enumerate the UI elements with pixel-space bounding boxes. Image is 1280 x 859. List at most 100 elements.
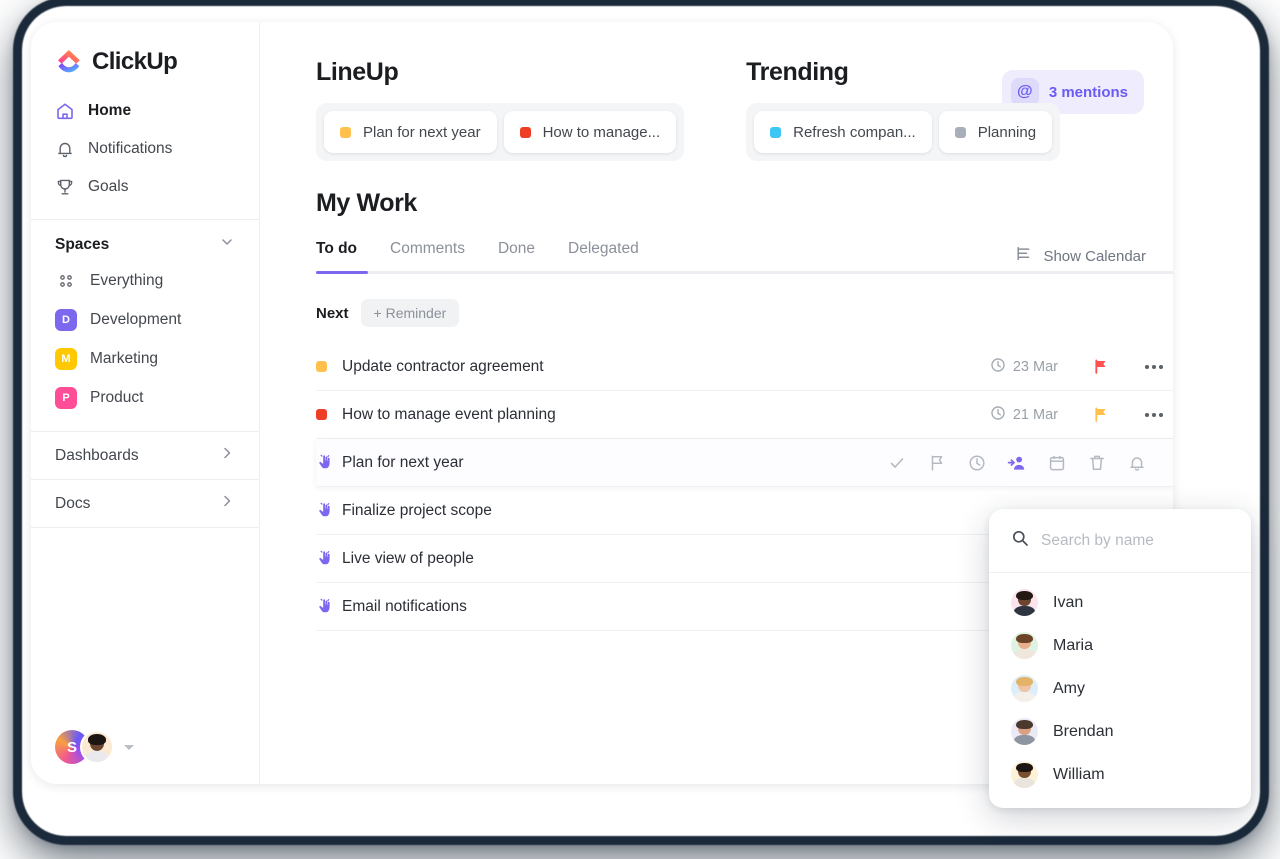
grid-dots-icon (55, 270, 77, 292)
sidebar-item-development[interactable]: D Development (31, 300, 259, 339)
person-name: Amy (1053, 679, 1085, 697)
search-row[interactable] (989, 509, 1251, 573)
list-item[interactable]: Maria (989, 624, 1251, 667)
tab-comments[interactable]: Comments (390, 240, 465, 274)
clock-icon (990, 357, 1006, 377)
sidebar-item-label: Goals (88, 178, 129, 195)
chevron-down-icon[interactable] (219, 234, 235, 255)
due-date[interactable]: 23 Mar (990, 357, 1058, 377)
priority-flag-icon[interactable] (1092, 406, 1109, 423)
chevron-right-icon[interactable] (219, 493, 235, 514)
list-item[interactable]: Brendan (989, 710, 1251, 753)
click-hand-icon (316, 549, 342, 568)
reminder-bell-icon[interactable] (1127, 453, 1147, 473)
list-item[interactable]: William (989, 753, 1251, 796)
row-meta: 23 Mar (990, 357, 1173, 377)
trash-icon[interactable] (1087, 453, 1107, 473)
avatar[interactable] (80, 730, 114, 764)
chevron-right-icon[interactable] (219, 445, 235, 466)
table-row[interactable]: Update contractor agreement 23 Mar (316, 343, 1173, 391)
chip-label: Planning (977, 123, 1037, 141)
avatar (1011, 761, 1038, 788)
status-dot[interactable] (316, 409, 342, 420)
space-badge: P (55, 386, 77, 409)
row-meta: 21 Mar (990, 405, 1173, 425)
avatar (1011, 589, 1038, 616)
lineup-chip[interactable]: Plan for next year (324, 111, 497, 153)
chip-label: How to manage... (542, 123, 661, 141)
tab-delegated[interactable]: Delegated (568, 240, 639, 274)
space-label: Marketing (90, 349, 159, 367)
brand-name: ClickUp (92, 48, 178, 75)
sidebar-item-marketing[interactable]: M Marketing (31, 339, 259, 378)
space-label: Development (90, 310, 182, 328)
person-name: William (1053, 765, 1105, 783)
list-item[interactable]: Amy (989, 667, 1251, 710)
click-hand-icon (316, 453, 342, 472)
sidebar-item-dashboards[interactable]: Dashboards (31, 431, 259, 479)
task-title: How to manage event planning (342, 405, 556, 423)
avatar (1011, 718, 1038, 745)
sidebar-item-home[interactable]: Home (31, 92, 259, 130)
trending-panel: Trending Refresh compan... Planning (684, 58, 1061, 161)
resolve-check-icon[interactable] (887, 453, 907, 473)
trending-chip[interactable]: Planning (938, 111, 1053, 153)
avatar (1011, 632, 1038, 659)
top-panels: LineUp Plan for next year How to manage.… (260, 22, 1173, 161)
bell-icon (55, 139, 75, 159)
trending-chip-tray: Refresh compan... Planning (746, 103, 1061, 161)
sidebar-item-product[interactable]: P Product (31, 378, 259, 417)
person-name: Maria (1053, 636, 1094, 654)
status-dot (770, 126, 782, 138)
brand-logo[interactable]: ClickUp (31, 22, 259, 76)
task-title: Live view of people (342, 549, 474, 567)
calendar-toggle-icon (1014, 244, 1033, 268)
more-icon[interactable] (1145, 412, 1163, 417)
caret-down-icon[interactable] (124, 744, 134, 750)
due-date-label: 23 Mar (1012, 358, 1058, 375)
lineup-chip-tray: Plan for next year How to manage... (316, 103, 685, 161)
due-date[interactable]: 21 Mar (990, 405, 1058, 425)
space-label: Product (90, 388, 144, 406)
search-input[interactable] (1041, 531, 1211, 550)
lineup-chip[interactable]: How to manage... (503, 111, 677, 153)
lineup-title: LineUp (316, 58, 399, 86)
more-icon[interactable] (1145, 364, 1163, 369)
flag-icon[interactable] (927, 453, 947, 473)
sidebar-item-goals[interactable]: Goals (31, 168, 259, 206)
spaces-header[interactable]: Spaces (31, 220, 259, 261)
people-list: Ivan Maria Amy Brendan William (989, 573, 1251, 804)
task-title: Update contractor agreement (342, 357, 544, 375)
chip-label: Refresh compan... (793, 123, 916, 141)
table-row[interactable]: How to manage event planning 21 Mar (316, 391, 1173, 439)
tab-todo[interactable]: To do (316, 240, 357, 274)
click-hand-icon (316, 597, 342, 616)
calendar-icon[interactable] (1047, 453, 1067, 473)
sidebar: ClickUp Home Notifications Goals Spaces … (31, 22, 260, 784)
table-row[interactable]: Plan for next year (316, 439, 1173, 487)
status-dot[interactable] (316, 361, 342, 372)
tab-label: Done (497, 240, 536, 257)
trending-title: Trending (746, 58, 849, 86)
show-calendar-button[interactable]: Show Calendar (1014, 244, 1146, 268)
space-badge: D (55, 308, 77, 331)
assignee-dropdown: Ivan Maria Amy Brendan William (989, 509, 1251, 808)
space-label: Everything (90, 271, 164, 289)
clock-icon[interactable] (967, 453, 987, 473)
user-account-switcher[interactable]: S (55, 730, 134, 764)
sidebar-item-everything[interactable]: Everything (31, 261, 259, 300)
sidebar-sections: Dashboards Docs (31, 431, 259, 528)
list-item[interactable]: Ivan (989, 581, 1251, 624)
trending-chip[interactable]: Refresh compan... (754, 111, 932, 153)
assign-user-icon[interactable] (1007, 453, 1027, 473)
sidebar-item-docs[interactable]: Docs (31, 479, 259, 527)
priority-flag-icon[interactable] (1092, 358, 1109, 375)
sidebar-item-notifications[interactable]: Notifications (31, 130, 259, 168)
tab-label: To do (316, 240, 358, 257)
sidebar-item-label: Dashboards (55, 446, 139, 464)
task-group-label: Next (316, 304, 349, 322)
lineup-panel: LineUp Plan for next year How to manage.… (260, 58, 685, 161)
task-group-header: Next + Reminder (316, 299, 1173, 327)
tab-done[interactable]: Done (498, 240, 535, 274)
add-reminder-button[interactable]: + Reminder (360, 299, 460, 327)
